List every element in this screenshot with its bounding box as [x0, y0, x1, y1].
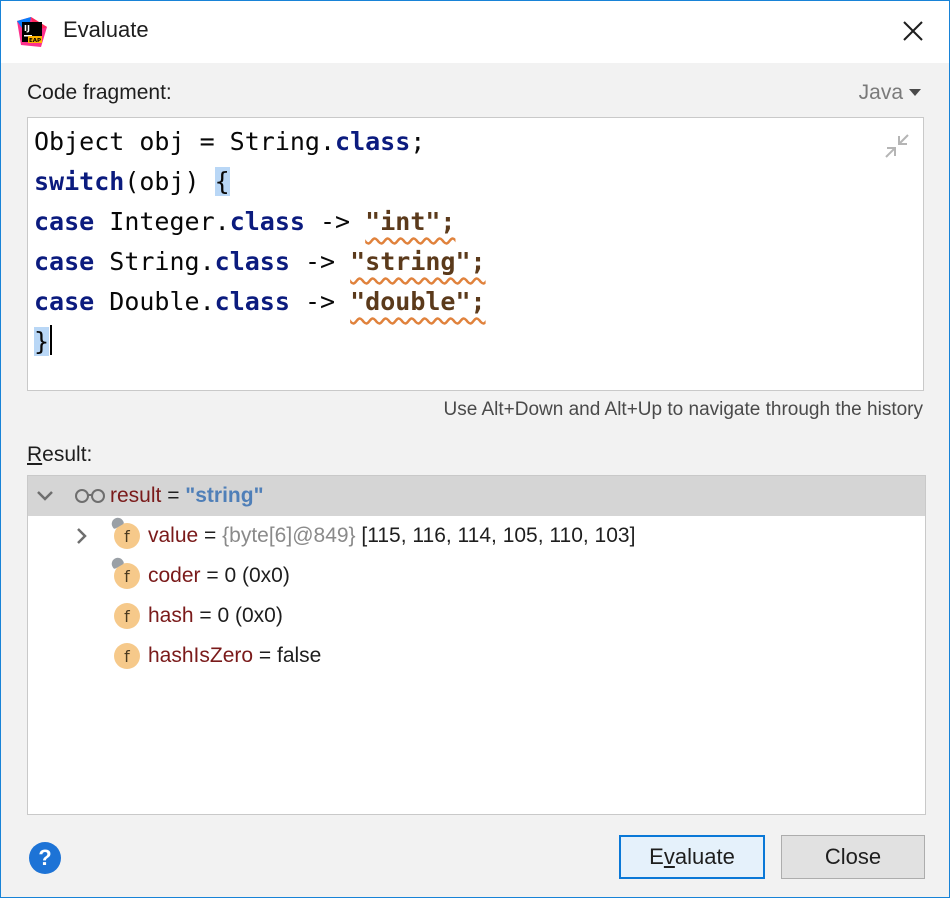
code-line: case Integer.class -> "int";: [34, 207, 456, 236]
code-fragment-label: Code fragment:: [27, 81, 172, 104]
field-value: 0 (0x0): [217, 604, 283, 627]
language-label: Java: [858, 81, 903, 104]
chevron-right-icon[interactable]: [28, 527, 114, 545]
code-line: case Double.class -> "double";: [34, 287, 486, 316]
field-ref: {byte[6]@849}: [222, 524, 356, 547]
tree-row-field[interactable]: f coder = 0 (0x0): [28, 555, 925, 596]
tree-row-result[interactable]: result = "string": [28, 476, 925, 516]
close-window-button[interactable]: [893, 11, 933, 51]
field-equals: =: [198, 524, 223, 547]
field-value: false: [277, 644, 322, 667]
watch-glasses-icon: [75, 489, 105, 503]
field-icon: f: [109, 515, 140, 549]
field-icon: f: [114, 643, 140, 669]
field-equals: =: [200, 564, 225, 587]
field-name: hashIsZero: [148, 644, 254, 667]
text-caret: [50, 325, 53, 355]
help-button[interactable]: ?: [29, 842, 61, 874]
svg-text:EAP: EAP: [29, 38, 41, 44]
result-value: "string": [185, 484, 264, 507]
chevron-down-icon: [909, 89, 921, 96]
field-value: 0 (0x0): [224, 564, 290, 587]
result-label: Result:: [27, 443, 93, 466]
history-hint: Use Alt+Down and Alt+Up to navigate thro…: [443, 399, 923, 420]
field-name: value: [148, 524, 199, 547]
window-title: Evaluate: [63, 17, 149, 42]
close-button[interactable]: Close: [781, 835, 925, 879]
tree-row-field[interactable]: f hash = 0 (0x0): [28, 596, 925, 636]
result-tree[interactable]: result = "string" f value = {byte[6]@849}…: [27, 475, 926, 815]
result-equals: =: [161, 484, 186, 507]
field-name: coder: [148, 564, 201, 587]
tree-row-field[interactable]: f value = {byte[6]@849} [115, 116, 114, 1…: [28, 515, 925, 556]
result-name: result: [110, 484, 162, 507]
tree-row-field[interactable]: f hashIsZero = false: [28, 636, 925, 676]
code-line: switch(obj) {: [34, 167, 230, 196]
chevron-down-icon[interactable]: [36, 490, 54, 502]
close-icon: [903, 21, 923, 41]
field-equals: =: [253, 644, 277, 667]
final-marker-icon: [109, 555, 125, 570]
svg-text:IJ: IJ: [24, 24, 30, 33]
code-line: Object obj = String.class;: [34, 127, 426, 156]
field-icon: f: [114, 603, 140, 629]
evaluate-button[interactable]: Ev aluate: [619, 835, 765, 879]
code-line: case String.class -> "string";: [34, 247, 486, 276]
field-icon: f: [109, 555, 140, 589]
code-editor[interactable]: Object obj = String.class; switch(obj) { c…: [27, 117, 924, 391]
evaluate-dialog: IJ EAP Evaluate Code fragment: Java Obje…: [0, 0, 950, 898]
field-equals: =: [193, 604, 218, 627]
collapse-icon[interactable]: [883, 132, 911, 160]
field-value: [115, 116, 114, 105, 110, 103]: [355, 524, 636, 547]
language-selector[interactable]: Java: [859, 81, 921, 105]
intellij-idea-eap-icon: IJ EAP: [17, 17, 47, 47]
field-name: hash: [148, 604, 194, 627]
code-text[interactable]: Object obj = String.class; switch(obj) { c…: [34, 122, 486, 362]
code-line: }: [34, 322, 486, 362]
title-bar: IJ EAP Evaluate: [1, 1, 949, 63]
